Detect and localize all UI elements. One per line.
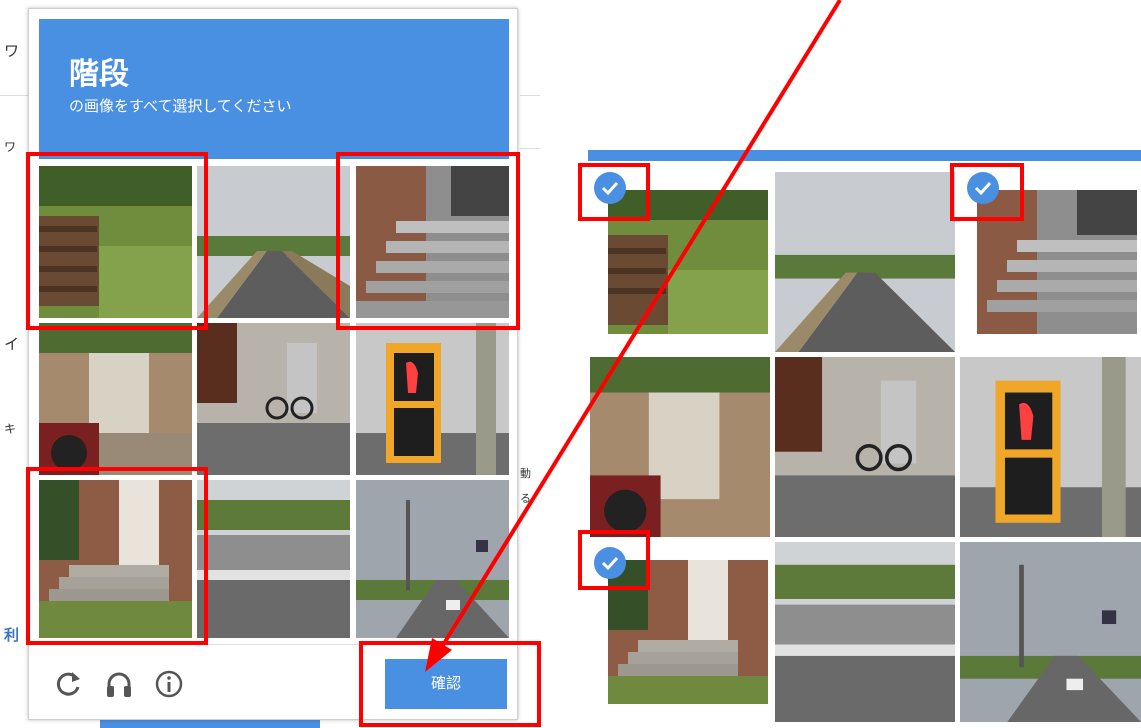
captcha-tile-2[interactable]	[197, 166, 350, 318]
captcha-header: 階段 の画像をすべて選択してください	[39, 19, 509, 159]
highlight-tile-7	[26, 467, 208, 645]
bg-text: キ	[4, 422, 17, 436]
screenshot-stage: ワ ワ イ キ 利 動 る 階段 の画像をすべて選択してください 確認	[0, 0, 1141, 728]
divider	[520, 148, 540, 149]
captcha-tile-5[interactable]	[197, 323, 350, 475]
bg-text: イ	[4, 335, 20, 353]
highlight-check-7	[578, 530, 650, 590]
result-tile-5[interactable]	[775, 357, 955, 537]
highlight-verify-button	[359, 641, 541, 727]
bg-text: ワ	[4, 140, 17, 154]
bg-text: る	[520, 492, 531, 505]
selected-result-panel	[588, 150, 1141, 728]
result-header-bar	[588, 150, 1141, 161]
highlight-check-3	[950, 163, 1024, 221]
bg-text: ワ	[4, 42, 20, 60]
result-tile-8[interactable]	[775, 542, 955, 722]
result-tile-6[interactable]	[960, 357, 1141, 537]
info-icon[interactable]	[154, 669, 184, 699]
bg-text: 動	[520, 467, 531, 480]
captcha-title: 階段	[69, 57, 129, 92]
result-tile-2[interactable]	[775, 172, 955, 352]
result-tile-9[interactable]	[960, 542, 1141, 722]
captcha-tile-4[interactable]	[39, 323, 192, 475]
highlight-tile-3	[336, 152, 520, 330]
captcha-instructions: の画像をすべて選択してください	[69, 97, 292, 115]
bg-link[interactable]: 利	[4, 624, 19, 645]
captcha-tile-9[interactable]	[356, 480, 509, 638]
captcha-tile-8[interactable]	[197, 480, 350, 638]
highlight-tile-1	[26, 152, 208, 330]
highlight-check-1	[578, 163, 650, 221]
divider	[520, 95, 540, 96]
result-tile-4[interactable]	[590, 357, 770, 537]
captcha-tile-6[interactable]	[356, 323, 509, 475]
reload-icon[interactable]	[53, 669, 83, 699]
divider	[0, 95, 28, 96]
headphones-icon[interactable]	[104, 669, 134, 699]
